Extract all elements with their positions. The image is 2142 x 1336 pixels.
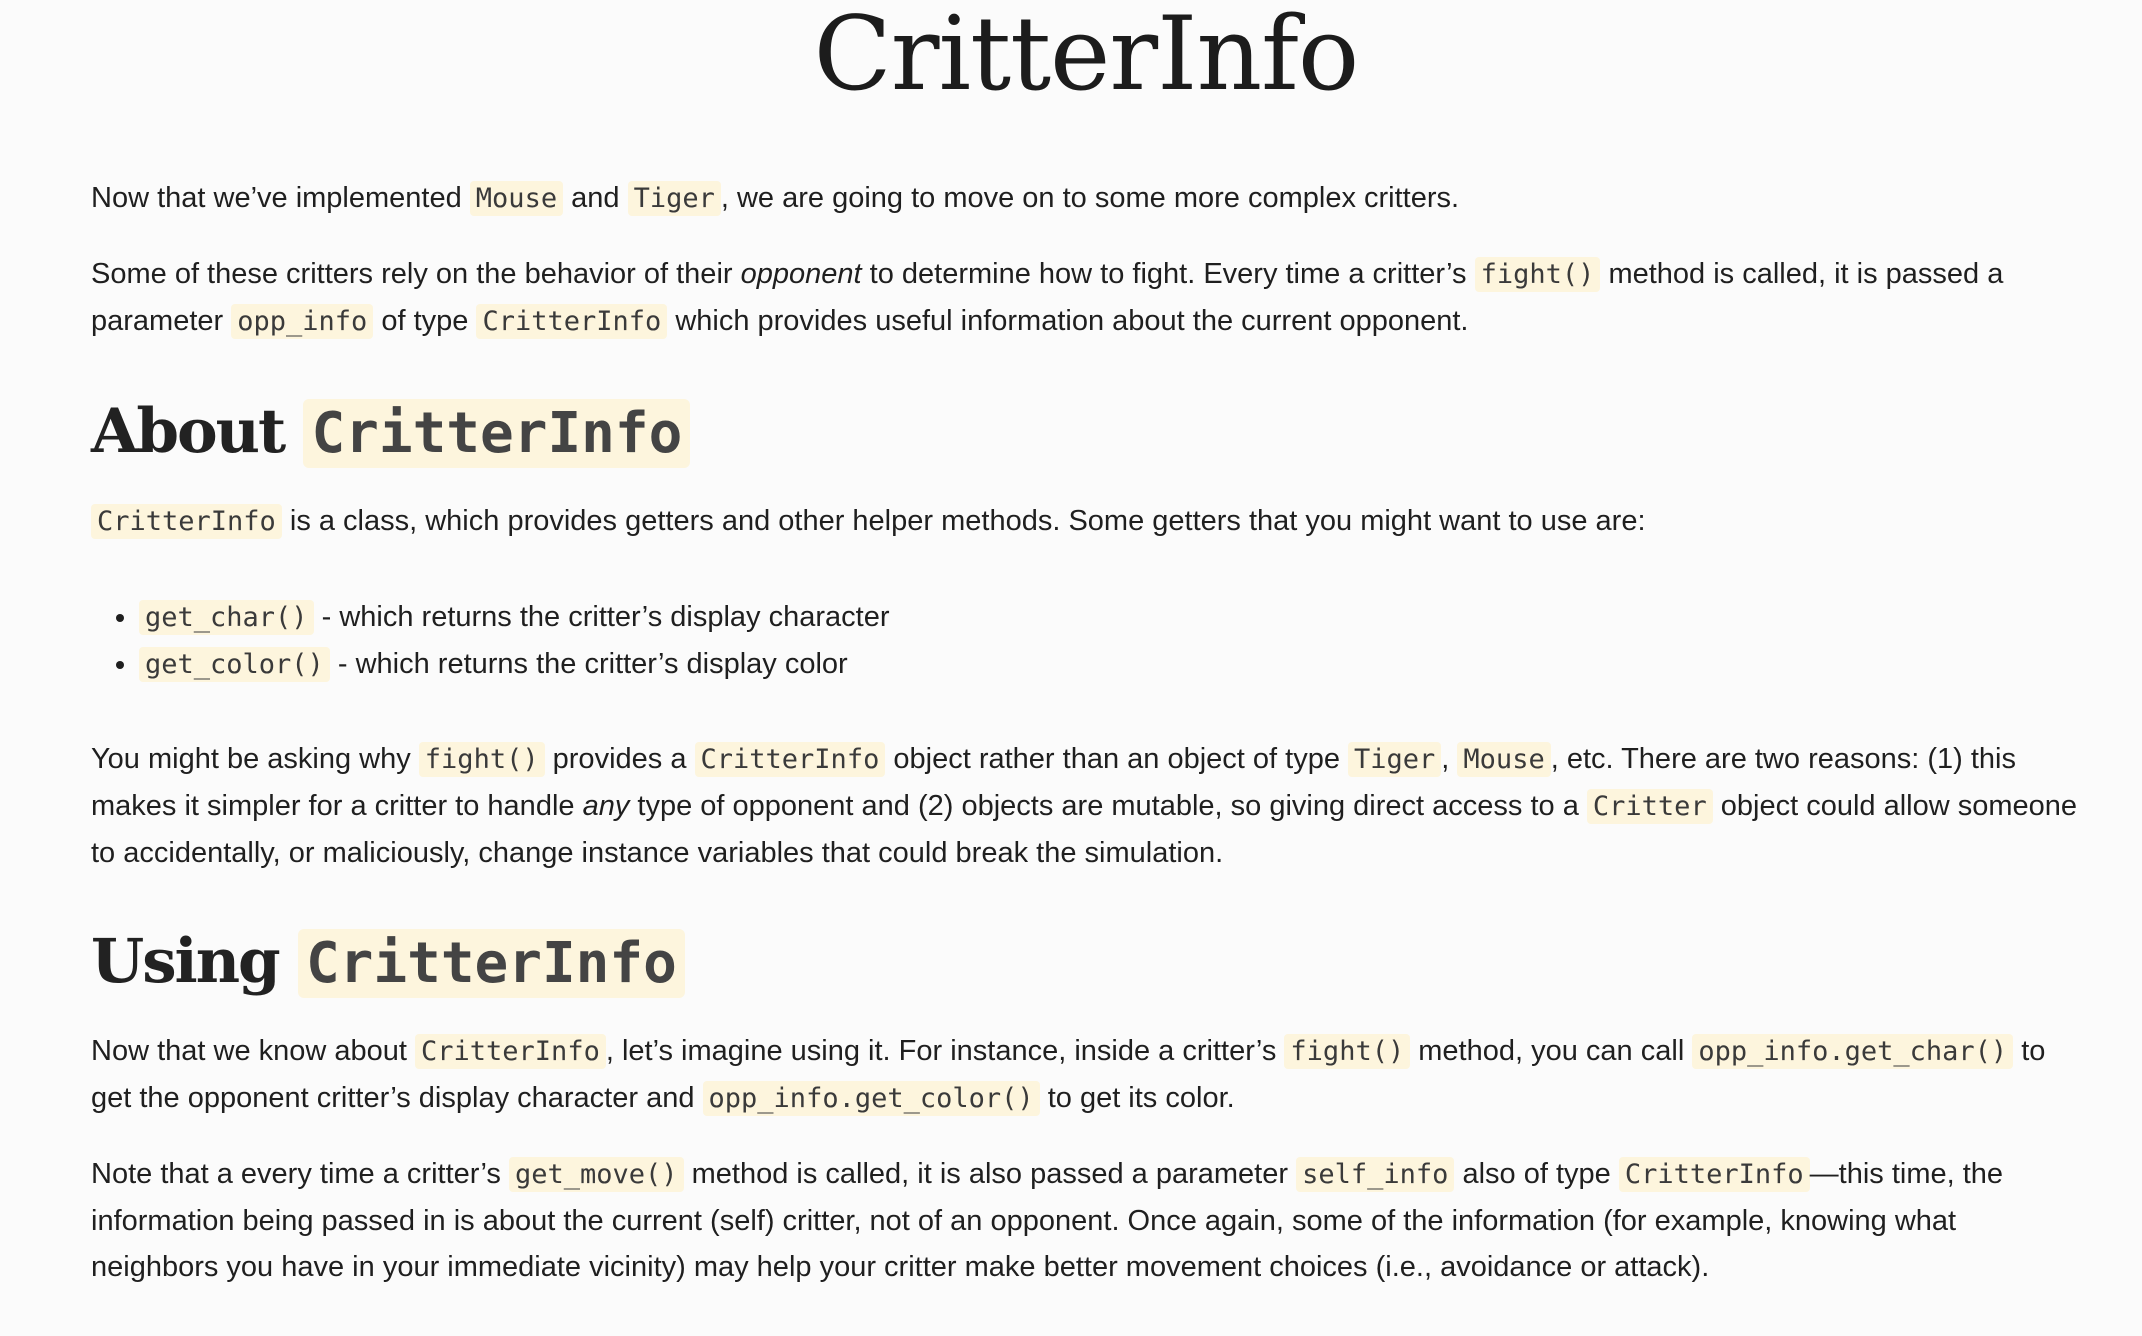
intro-paragraph-1: Now that we’ve implemented Mouse and Tig… — [91, 175, 2081, 222]
section-heading-using: Using CritterInfo — [91, 922, 2081, 1004]
text-span: Now that we’ve implemented — [91, 182, 470, 214]
heading-text: About — [91, 396, 304, 467]
inline-code-critterinfo: CritterInfo — [91, 504, 282, 539]
text-span: provides a — [544, 743, 695, 775]
inline-code-critterinfo: CritterInfo — [694, 742, 886, 777]
text-span: type of opponent and (2) objects are mut… — [629, 790, 1587, 822]
text-span: You might be asking why — [91, 743, 419, 775]
using-paragraph-1: Now that we know about CritterInfo, let’… — [91, 1028, 2081, 1122]
inline-code-critterinfo: CritterInfo — [476, 304, 668, 339]
about-paragraph-2: You might be asking why fight() provides… — [91, 736, 2081, 876]
text-span: also of type — [1454, 1158, 1619, 1190]
inline-code-tiger: Tiger — [1348, 742, 1442, 777]
text-span: method is called, it is also passed a pa… — [683, 1158, 1297, 1190]
inline-code-opp-info-get-char: opp_info.get_char() — [1692, 1034, 2014, 1069]
heading-code: CritterInfo — [297, 929, 685, 998]
inline-code-opp-info: opp_info — [231, 304, 374, 339]
page-title: CritterInfo — [813, 0, 1360, 114]
document-page: CritterInfo Now that we’ve implemented M… — [0, 0, 2142, 1336]
list-item-text: - which returns the critter’s display ch… — [313, 601, 890, 633]
inline-code-get-color: get_color() — [139, 647, 330, 682]
text-span: and — [563, 182, 628, 214]
text-span: , we are going to move on to some more c… — [720, 182, 1460, 214]
list-item-text: - which returns the critter’s display co… — [329, 648, 848, 680]
heading-text: Using — [91, 926, 298, 997]
emphasis-any: any — [582, 790, 630, 822]
text-span: Note that a every time a critter’s — [91, 1158, 509, 1190]
text-span: to get its color. — [1039, 1082, 1235, 1114]
text-span: method, you can call — [1410, 1035, 1693, 1067]
text-span: of type — [373, 305, 477, 337]
document-content: CritterInfo Now that we’ve implemented M… — [91, 0, 2081, 1290]
text-span: which provides useful information about … — [667, 305, 1469, 337]
inline-code-get-move: get_move() — [508, 1157, 684, 1192]
inline-code-critterinfo: CritterInfo — [415, 1034, 606, 1069]
inline-code-mouse: Mouse — [1457, 742, 1551, 777]
text-span: , let’s imagine using it. For instance, … — [605, 1035, 1285, 1067]
emphasis-opponent: opponent — [740, 258, 862, 290]
text-span: Some of these critters rely on the behav… — [91, 258, 741, 290]
text-span: Now that we know about — [91, 1035, 416, 1067]
inline-code-get-char: get_char() — [139, 600, 314, 635]
list-item: get_char() - which returns the critter’s… — [139, 594, 2081, 641]
text-span: to determine how to fight. Every time a … — [861, 258, 1475, 290]
about-paragraph-1: CritterInfo is a class, which provides g… — [91, 498, 2081, 545]
text-span: is a class, which provides getters and o… — [281, 505, 1646, 537]
inline-code-mouse: Mouse — [469, 181, 564, 216]
getter-list: get_char() - which returns the critter’s… — [91, 594, 2081, 688]
intro-paragraph-2: Some of these critters rely on the behav… — [91, 251, 2081, 345]
text-span: object rather than an object of type — [885, 743, 1349, 775]
inline-code-fight: fight() — [1474, 257, 1601, 292]
list-item: get_color() - which returns the critter’… — [139, 641, 2081, 688]
inline-code-fight: fight() — [418, 742, 545, 777]
heading-code: CritterInfo — [303, 399, 691, 468]
inline-code-opp-info-get-color: opp_info.get_color() — [702, 1081, 1040, 1116]
section-heading-about: About CritterInfo — [91, 392, 2081, 474]
inline-code-tiger: Tiger — [627, 181, 721, 216]
inline-code-critterinfo: CritterInfo — [1618, 1157, 1810, 1192]
inline-code-critter: Critter — [1586, 789, 1713, 824]
inline-code-self-info: self_info — [1296, 1157, 1455, 1192]
text-span: , — [1441, 743, 1458, 775]
using-paragraph-2: Note that a every time a critter’s get_m… — [91, 1151, 2081, 1290]
inline-code-fight: fight() — [1284, 1034, 1411, 1069]
